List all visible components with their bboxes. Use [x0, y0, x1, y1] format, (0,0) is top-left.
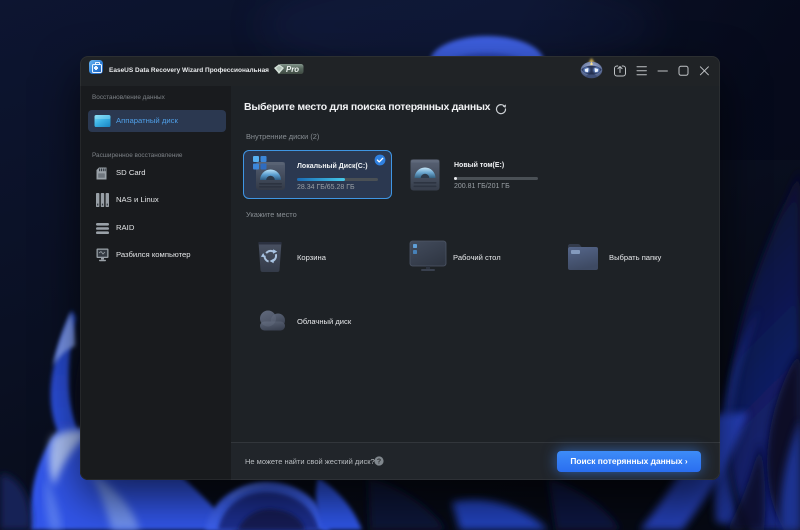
svg-text:?: ?: [377, 459, 381, 466]
svg-text:Pro: Pro: [286, 65, 299, 74]
